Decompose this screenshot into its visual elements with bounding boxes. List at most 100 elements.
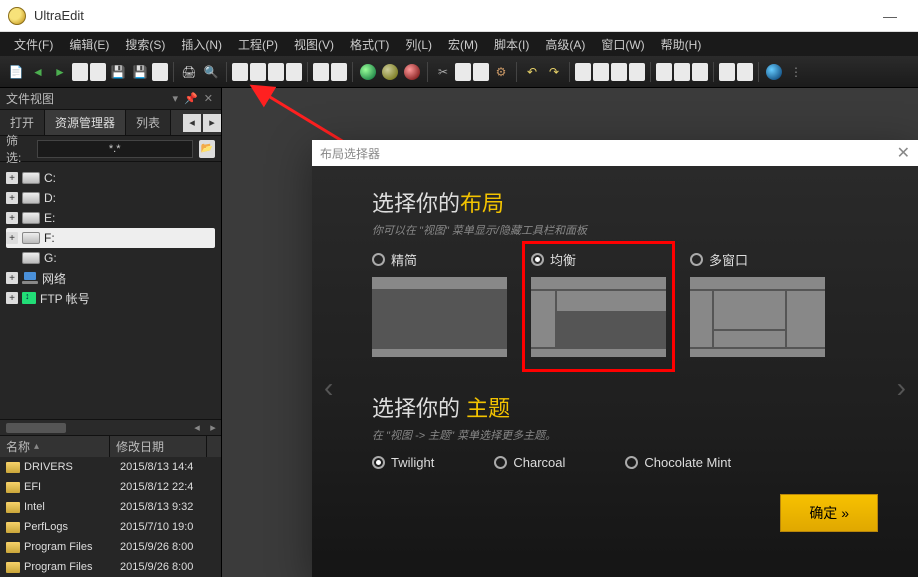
filter-input[interactable] [37, 140, 193, 158]
sidebar-hscrollbar[interactable]: ◂▸ [0, 419, 221, 435]
theme-option-twilight[interactable]: Twilight [372, 455, 434, 470]
panel-pin-icon[interactable]: 📌 [182, 92, 200, 105]
carousel-prev-icon[interactable]: ‹ [324, 372, 333, 404]
page-group-icon[interactable] [152, 63, 168, 81]
column-resize-handle[interactable] [207, 436, 221, 457]
print-icon[interactable]: 🖨 [179, 62, 199, 82]
menu-file[interactable]: 文件(F) [6, 36, 61, 53]
menu-macro[interactable]: 宏(M) [440, 36, 486, 53]
new-file-icon[interactable]: 📄 [6, 62, 26, 82]
expander-icon[interactable]: + [6, 232, 18, 244]
list-item[interactable]: EFI2015/8/12 22:4 [0, 477, 221, 497]
drive-item-g[interactable]: G: [6, 248, 215, 268]
undo-icon[interactable]: ↶ [522, 62, 542, 82]
menu-script[interactable]: 脚本(I) [486, 36, 537, 53]
menu-search[interactable]: 搜索(S) [117, 36, 173, 53]
expander-icon[interactable]: + [6, 212, 18, 224]
ok-button[interactable]: 确定 » [780, 494, 878, 532]
misc-icon-3[interactable] [611, 63, 627, 81]
layout-icon-1[interactable] [719, 63, 735, 81]
scroll-right-icon[interactable]: ▸ [205, 421, 221, 434]
toolbar-more-icon[interactable]: ⋮ [786, 62, 806, 82]
radio-icon[interactable] [531, 253, 544, 266]
list-item[interactable]: Program Files2015/9/26 8:00 [0, 557, 221, 577]
menu-insert[interactable]: 插入(N) [173, 36, 230, 53]
print-preview-icon[interactable]: 🔍 [201, 62, 221, 82]
tab-scroll-right-icon[interactable]: ▸ [203, 114, 221, 132]
theme-option-chocolate-mint[interactable]: Chocolate Mint [625, 455, 731, 470]
expander-icon[interactable]: + [6, 192, 18, 204]
carousel-next-icon[interactable]: › [897, 372, 906, 404]
sidebar-tab-list[interactable]: 列表 [126, 110, 171, 135]
menu-window[interactable]: 窗口(W) [593, 36, 652, 53]
page-icon-2[interactable] [90, 63, 106, 81]
doc-icon-b[interactable] [250, 63, 266, 81]
redo-icon[interactable]: ↷ [544, 62, 564, 82]
drive-item-e[interactable]: +E: [6, 208, 215, 228]
radio-icon[interactable] [372, 456, 385, 469]
drive-item-c[interactable]: +C: [6, 168, 215, 188]
macro-play-icon[interactable] [358, 62, 378, 82]
menu-edit[interactable]: 编辑(E) [61, 36, 117, 53]
doc-icon-e[interactable] [313, 63, 329, 81]
list-item[interactable]: Program Files2015/9/26 8:00 [0, 537, 221, 557]
minimize-button[interactable]: — [870, 8, 910, 24]
menu-advanced[interactable]: 高级(A) [537, 36, 593, 53]
nav-fwd-icon[interactable]: ► [50, 62, 70, 82]
tab-scroll-left-icon[interactable]: ◂ [183, 114, 201, 132]
menu-project[interactable]: 工程(P) [230, 36, 286, 53]
nav-back-icon[interactable]: ◄ [28, 62, 48, 82]
view-icon-3[interactable] [692, 63, 708, 81]
theme-option-charcoal[interactable]: Charcoal [494, 455, 565, 470]
expander-icon[interactable]: + [6, 172, 18, 184]
copy-icon[interactable] [455, 63, 471, 81]
expander-icon[interactable]: + [6, 272, 18, 284]
list-item[interactable]: DRIVERS2015/8/13 14:4 [0, 457, 221, 477]
expander-icon[interactable]: + [6, 292, 18, 304]
doc-icon-a[interactable] [232, 63, 248, 81]
misc-icon-2[interactable] [593, 63, 609, 81]
doc-icon-d[interactable] [286, 63, 302, 81]
save-icon[interactable]: 💾 [108, 62, 128, 82]
radio-icon[interactable] [494, 456, 507, 469]
cut-icon[interactable]: ✂ [433, 62, 453, 82]
macro-record-icon[interactable] [380, 62, 400, 82]
dialog-close-icon[interactable]: ✕ [897, 143, 910, 163]
web-icon[interactable] [764, 62, 784, 82]
paste-icon[interactable] [473, 63, 489, 81]
save-all-icon[interactable]: 💾 [130, 62, 150, 82]
layout-option-balanced[interactable]: 均衡 [531, 250, 666, 363]
view-icon-1[interactable] [656, 63, 672, 81]
view-icon-2[interactable] [674, 63, 690, 81]
list-item[interactable]: Intel2015/8/13 9:32 [0, 497, 221, 517]
dialog-titlebar[interactable]: 布局选择器 ✕ [312, 140, 918, 166]
doc-icon-c[interactable] [268, 63, 284, 81]
menu-column[interactable]: 列(L) [397, 36, 440, 53]
misc-icon-1[interactable] [575, 63, 591, 81]
scroll-left-icon[interactable]: ◂ [189, 421, 205, 434]
settings-icon[interactable]: ⚙ [491, 62, 511, 82]
menu-view[interactable]: 视图(V) [286, 36, 342, 53]
misc-icon-4[interactable] [629, 63, 645, 81]
menu-help[interactable]: 帮助(H) [653, 36, 710, 53]
panel-close-icon[interactable]: ✕ [202, 92, 215, 105]
sidebar-tab-explorer[interactable]: 资源管理器 [45, 110, 126, 135]
radio-icon[interactable] [372, 253, 385, 266]
radio-icon[interactable] [690, 253, 703, 266]
drive-item-ftp[interactable]: +FTP 帐号 [6, 288, 215, 308]
open-folder-icon[interactable]: 📂 [199, 140, 215, 158]
radio-icon[interactable] [625, 456, 638, 469]
drive-item-d[interactable]: +D: [6, 188, 215, 208]
column-header-name[interactable]: 名称 [0, 436, 110, 457]
page-icon[interactable] [72, 63, 88, 81]
layout-icon-2[interactable] [737, 63, 753, 81]
menu-format[interactable]: 格式(T) [342, 36, 397, 53]
macro-stop-icon[interactable] [402, 62, 422, 82]
drive-item-f[interactable]: +F: [6, 228, 215, 248]
layout-option-multiwindow[interactable]: 多窗口 [690, 250, 825, 357]
scrollbar-thumb[interactable] [6, 423, 66, 433]
layout-option-simple[interactable]: 精简 [372, 250, 507, 357]
list-item[interactable]: PerfLogs2015/7/10 19:0 [0, 517, 221, 537]
panel-dropdown-icon[interactable]: ▾ [171, 92, 181, 105]
column-header-date[interactable]: 修改日期 [110, 436, 207, 457]
